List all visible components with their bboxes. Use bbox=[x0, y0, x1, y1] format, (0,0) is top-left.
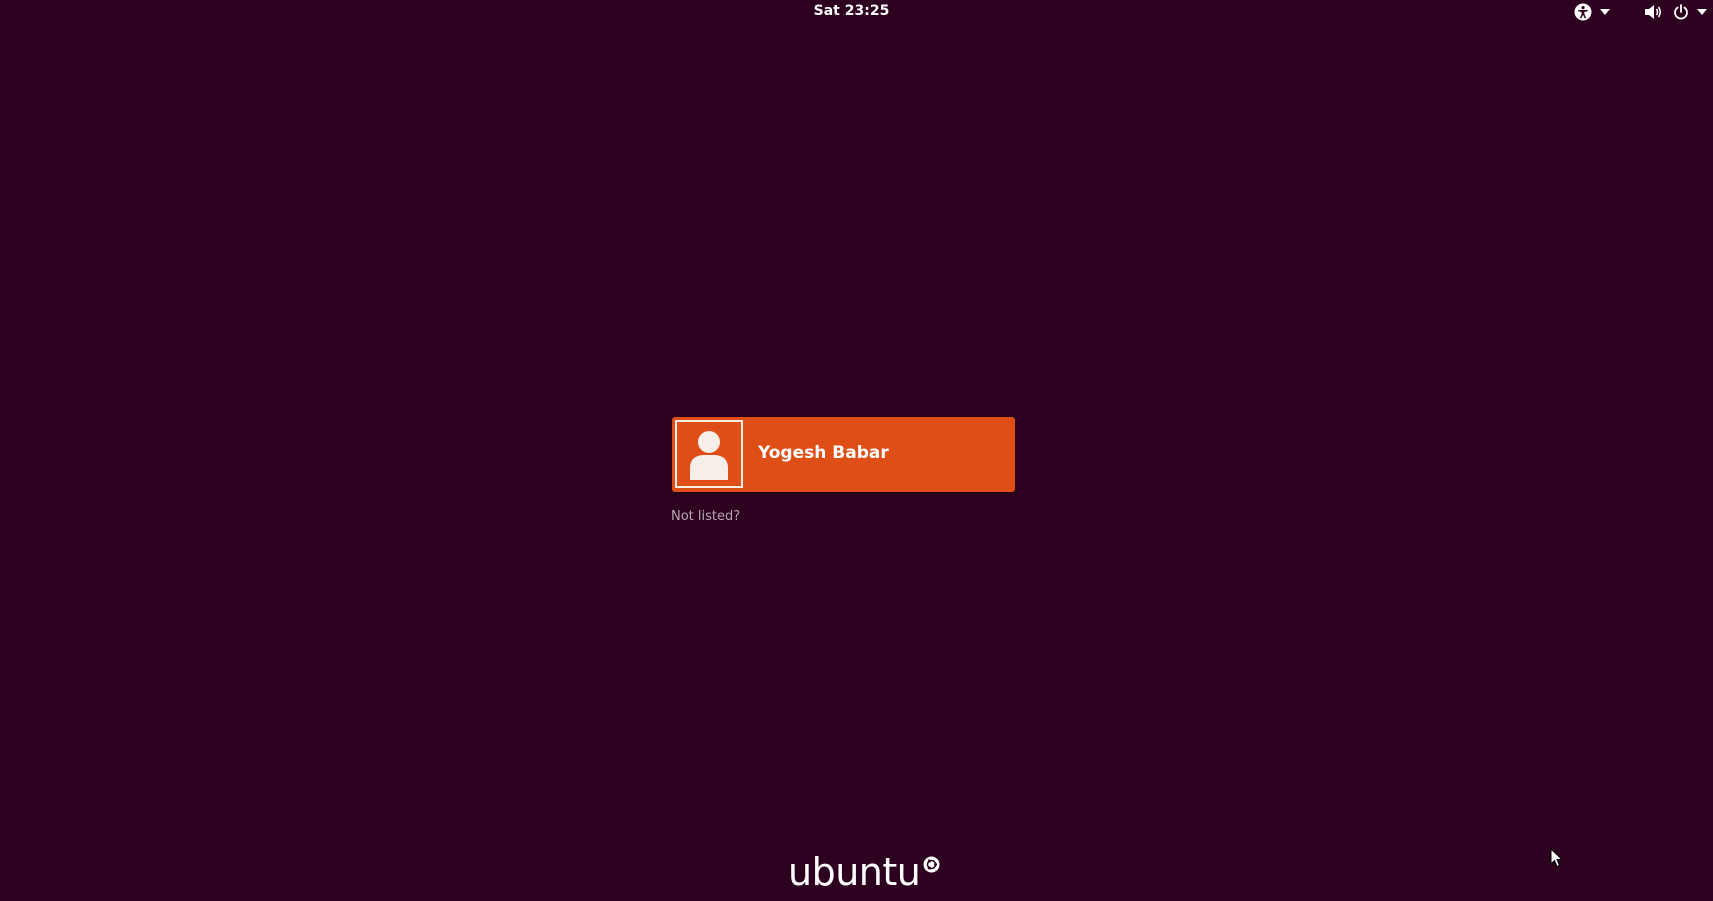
login-screen: Sat 23:25 Yogesh Babar Not listed? ubunt… bbox=[0, 0, 1713, 901]
clock[interactable]: Sat 23:25 bbox=[0, 2, 1703, 20]
user-name: Yogesh Babar bbox=[758, 443, 889, 463]
chevron-down-icon bbox=[1697, 9, 1707, 15]
ubuntu-wordmark: ubuntu bbox=[788, 850, 921, 894]
top-bar: Sat 23:25 bbox=[0, 0, 1713, 24]
user-list-item[interactable]: Yogesh Babar bbox=[672, 417, 1015, 492]
power-icon bbox=[1673, 4, 1689, 20]
circle-of-friends-icon bbox=[923, 856, 940, 877]
volume-icon bbox=[1644, 4, 1664, 20]
accessibility-menu[interactable] bbox=[1574, 2, 1610, 22]
not-listed-link[interactable]: Not listed? bbox=[671, 508, 740, 526]
user-avatar-icon bbox=[675, 420, 743, 488]
chevron-down-icon bbox=[1600, 9, 1610, 15]
accessibility-icon bbox=[1574, 3, 1592, 21]
system-menu[interactable] bbox=[1644, 2, 1707, 22]
ubuntu-logo: ubuntu bbox=[788, 850, 940, 894]
mouse-cursor-icon bbox=[1550, 847, 1564, 872]
